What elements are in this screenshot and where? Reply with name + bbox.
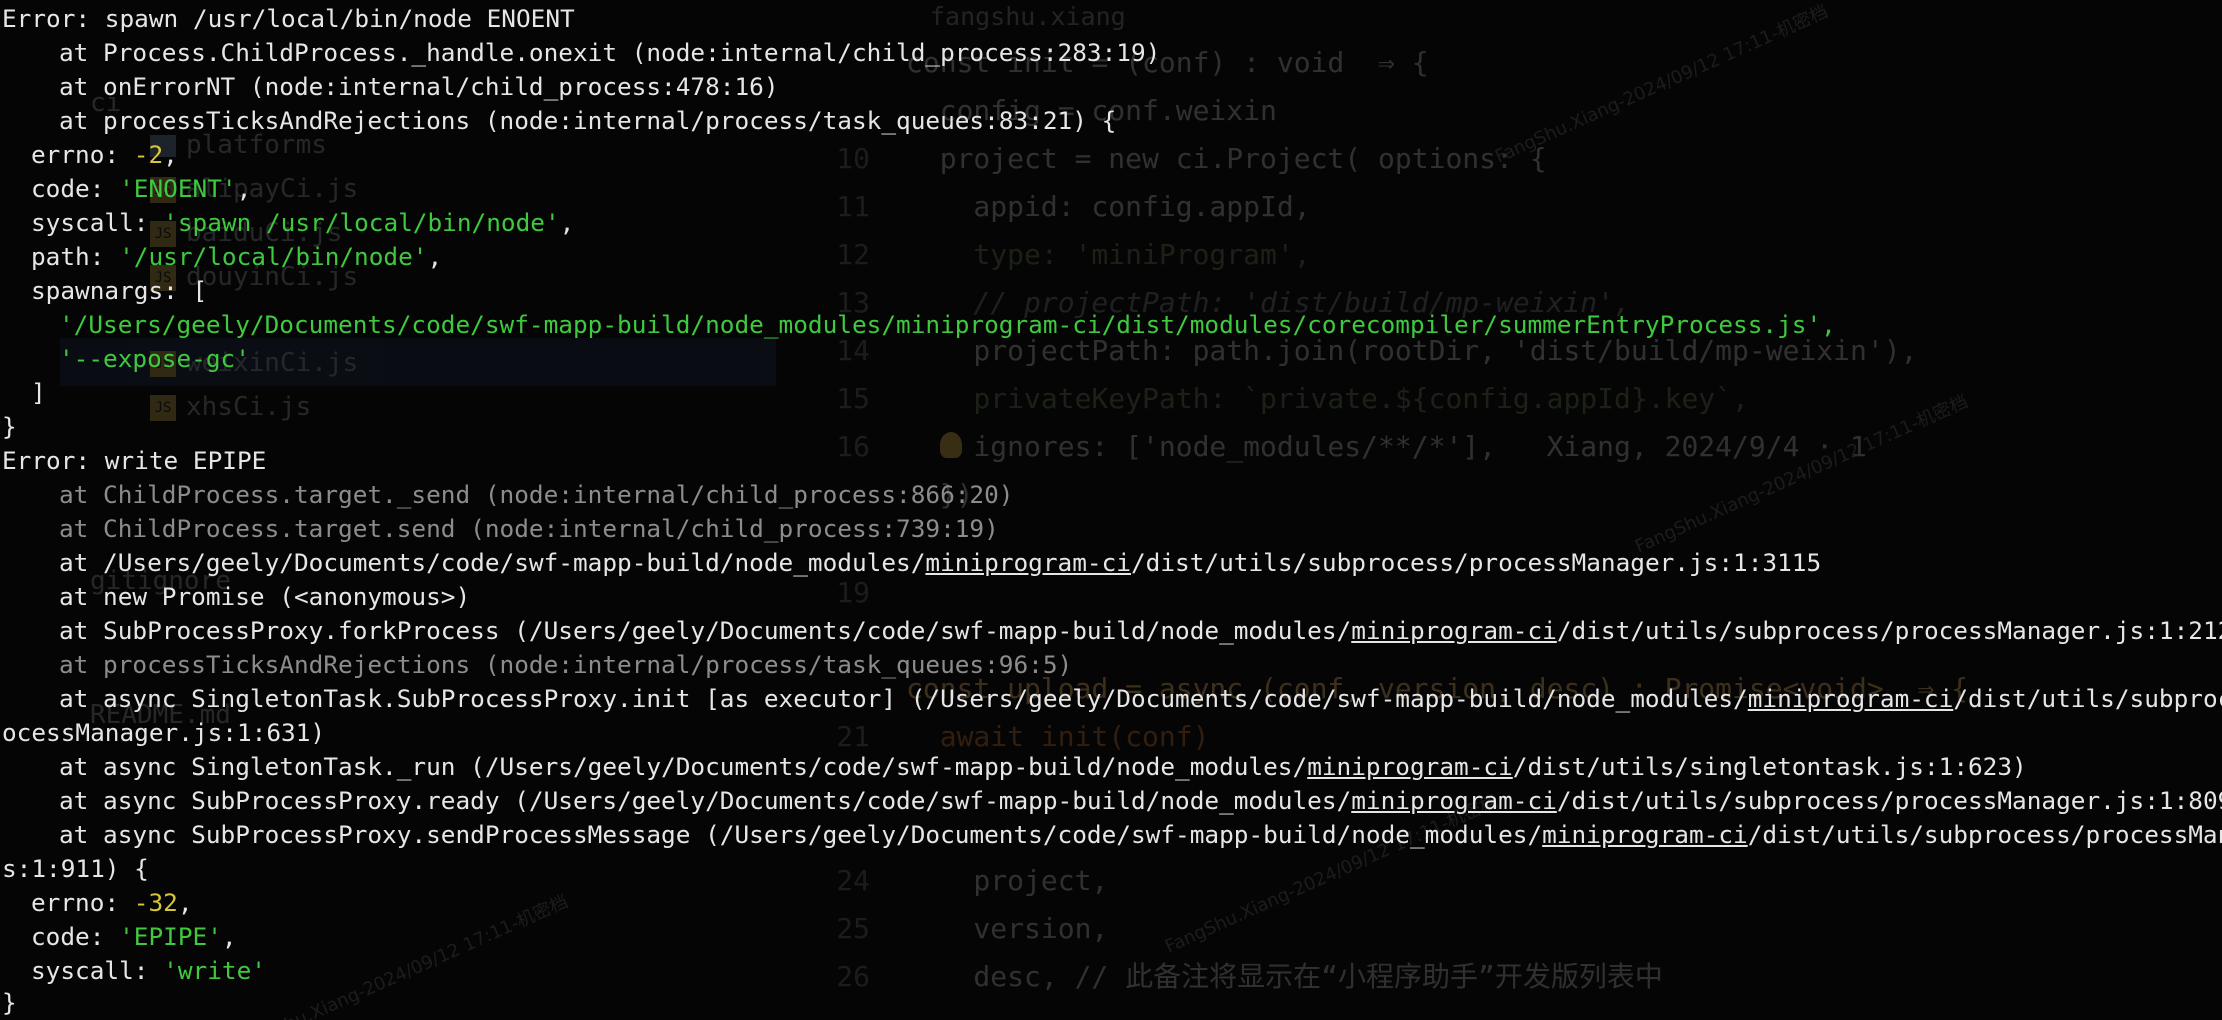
- spawnarg-item: '--expose-gc': [59, 344, 250, 373]
- terminal-output[interactable]: Error: spawn /usr/local/bin/node ENOENT …: [0, 0, 2222, 1020]
- spawnarg-item: '/Users/geely/Documents/code/swf-mapp-bu…: [59, 310, 1836, 339]
- error-field-syscall: syscall: 'spawn /usr/local/bin/node',: [31, 208, 575, 237]
- object-close: }: [2, 412, 17, 441]
- error-field-spawnargs: spawnargs: [: [31, 276, 208, 305]
- stack-frame: at ChildProcess.target._send (node:inter…: [59, 480, 1014, 509]
- error-title: Error: write EPIPE: [2, 446, 267, 475]
- stack-frame: at SubProcessProxy.forkProcess (/Users/g…: [59, 616, 2222, 645]
- file-link[interactable]: miniprogram-ci: [925, 548, 1131, 577]
- stack-frame: at ChildProcess.target.send (node:intern…: [59, 514, 999, 543]
- file-link[interactable]: miniprogram-ci: [1351, 616, 1557, 645]
- array-close: ]: [31, 378, 46, 407]
- object-close: }: [2, 988, 17, 1017]
- error-field-path: path: '/usr/local/bin/node',: [31, 242, 443, 271]
- stack-frame-wrap: ocessManager.js:1:631): [2, 718, 326, 747]
- stack-frame: at async SubProcessProxy.sendProcessMess…: [59, 820, 2222, 849]
- error-field-code: code: 'EPIPE',: [31, 922, 237, 951]
- terminal-window[interactable]: ci platforms JS alipayCi.js JS baiduCi.js …: [0, 0, 2222, 1020]
- error-field-errno: errno: -2,: [31, 140, 178, 169]
- error-field-errno: errno: -32,: [31, 888, 193, 917]
- file-link[interactable]: miniprogram-ci: [1542, 820, 1748, 849]
- file-link[interactable]: miniprogram-ci: [1307, 752, 1513, 781]
- stack-frame-wrap: s:1:911) {: [2, 854, 149, 883]
- stack-frame: at async SubProcessProxy.ready (/Users/g…: [59, 786, 2222, 815]
- stack-frame: at new Promise (<anonymous>): [59, 582, 471, 611]
- error-title: Error: spawn /usr/local/bin/node ENOENT: [2, 4, 575, 33]
- stack-frame: at async SingletonTask._run (/Users/geel…: [59, 752, 2027, 781]
- file-link[interactable]: miniprogram-ci: [1748, 684, 1954, 713]
- stack-frame: at async SingletonTask.SubProcessProxy.i…: [59, 684, 2222, 713]
- stack-frame: at processTicksAndRejections (node:inter…: [59, 106, 1117, 135]
- error-field-code: code: 'ENOENT',: [31, 174, 252, 203]
- stack-frame: at Process.ChildProcess._handle.onexit (…: [59, 38, 1161, 67]
- file-link[interactable]: miniprogram-ci: [1351, 786, 1557, 815]
- stack-frame: at /Users/geely/Documents/code/swf-mapp-…: [59, 548, 1822, 577]
- stack-frame: at processTicksAndRejections (node:inter…: [59, 650, 1073, 679]
- stack-frame: at onErrorNT (node:internal/child_proces…: [59, 72, 779, 101]
- error-field-syscall: syscall: 'write': [31, 956, 266, 985]
